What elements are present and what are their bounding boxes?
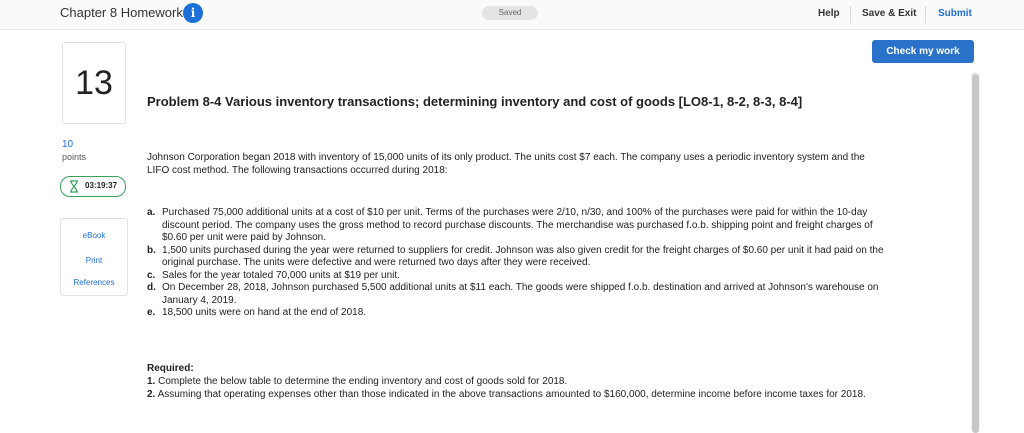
item-letter: a. bbox=[147, 207, 156, 218]
divider bbox=[850, 6, 851, 23]
scrollbar-thumb[interactable] bbox=[972, 74, 979, 433]
save-exit-link[interactable]: Save & Exit bbox=[862, 8, 916, 19]
timer-text: 03:19:37 bbox=[85, 181, 118, 190]
list-item: 1. Complete the below table to determine… bbox=[147, 376, 892, 389]
list-item: c. Sales for the year totaled 70,000 unit… bbox=[147, 270, 892, 283]
submit-link[interactable]: Submit bbox=[938, 8, 972, 19]
divider bbox=[925, 6, 926, 23]
references-link[interactable]: References bbox=[61, 278, 127, 287]
timer-badge: 03:19:37 bbox=[60, 176, 126, 197]
requirement-number: 1. bbox=[147, 376, 156, 387]
points-label: points bbox=[62, 152, 87, 162]
help-link[interactable]: Help bbox=[818, 8, 840, 19]
item-text: Sales for the year totaled 70,000 units … bbox=[162, 269, 400, 281]
requirements-list: 1. Complete the below table to determine… bbox=[147, 376, 892, 401]
item-text: On December 28, 2018, Johnson purchased … bbox=[162, 282, 879, 306]
requirement-text: Assuming that operating expenses other t… bbox=[157, 388, 866, 400]
list-item: e. 18,500 units were on hand at the end o… bbox=[147, 307, 892, 320]
info-icon[interactable]: i bbox=[183, 3, 203, 23]
item-text: 18,500 units were on hand at the end of … bbox=[162, 307, 367, 318]
problem-intro: Johnson Corporation began 2018 with inve… bbox=[147, 152, 865, 176]
problem-title: Problem 8-4 Various inventory transactio… bbox=[147, 94, 803, 109]
resources-panel: eBook Print References bbox=[60, 218, 128, 296]
ebook-link[interactable]: eBook bbox=[61, 231, 127, 240]
requirement-number: 2. bbox=[147, 388, 156, 400]
item-text: Purchased 75,000 additional units at a c… bbox=[162, 207, 873, 243]
item-letter: e. bbox=[147, 307, 156, 318]
hourglass-icon bbox=[70, 180, 78, 193]
transaction-list: a. Purchased 75,000 additional units at a… bbox=[147, 207, 892, 320]
top-bar: Chapter 8 Homework i Saved Help Save & E… bbox=[0, 0, 1024, 30]
points-value: 10 bbox=[62, 139, 74, 150]
list-item: 2. Assuming that operating expenses othe… bbox=[147, 389, 892, 402]
saved-status-badge: Saved bbox=[482, 6, 538, 20]
list-item: b. 1,500 units purchased during the year … bbox=[147, 245, 892, 270]
list-item: a. Purchased 75,000 additional units at a… bbox=[147, 207, 892, 245]
required-heading: Required: bbox=[147, 363, 194, 374]
item-letter: c. bbox=[147, 269, 156, 281]
list-item: d. On December 28, 2018, Johnson purchase… bbox=[147, 282, 892, 307]
item-letter: b. bbox=[147, 244, 156, 256]
item-letter: d. bbox=[147, 282, 156, 293]
check-my-work-button[interactable]: Check my work bbox=[872, 40, 974, 63]
print-link[interactable]: Print bbox=[61, 256, 127, 265]
item-text: 1,500 units purchased during the year we… bbox=[162, 244, 884, 269]
question-number: 13 bbox=[62, 42, 126, 124]
requirement-text: Complete the below table to determine th… bbox=[158, 376, 568, 387]
assignment-title: Chapter 8 Homework bbox=[60, 5, 183, 20]
